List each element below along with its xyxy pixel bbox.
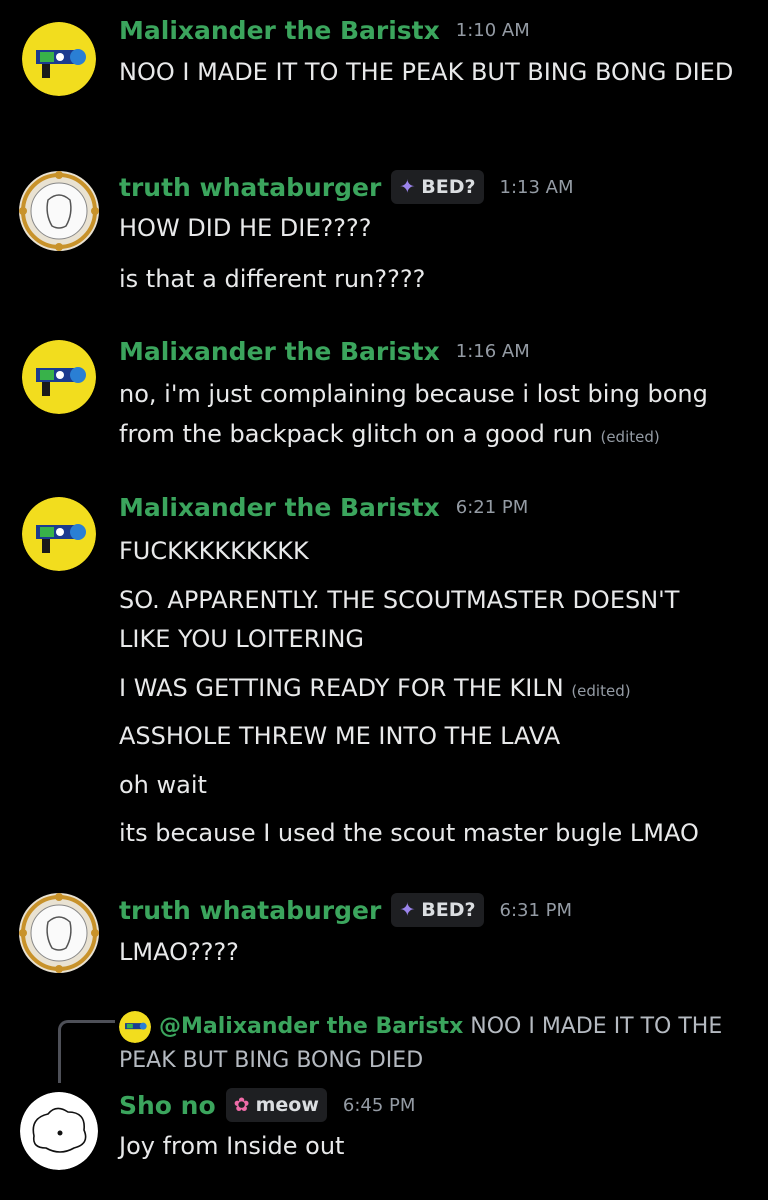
sun-frame-icon xyxy=(19,893,99,973)
username[interactable]: truth whataburger xyxy=(119,896,381,925)
reply-text: PEAK BUT BING BONG DIED xyxy=(119,1048,424,1073)
raygun-icon xyxy=(22,497,96,571)
avatar-truth-whataburger[interactable] xyxy=(18,170,100,252)
message-text: oh wait xyxy=(119,771,207,799)
message-text: is that a different run???? xyxy=(119,265,426,293)
avatar-malixander[interactable] xyxy=(22,340,96,414)
message-text: SO. APPARENTLY. THE SCOUTMASTER DOESN'T xyxy=(119,586,680,614)
message-text: ASSHOLE THREW ME INTO THE LAVA xyxy=(119,722,561,750)
sun-frame-icon xyxy=(19,171,99,251)
message-text: no, i'm just complaining because i lost … xyxy=(119,380,708,408)
tag-label: meow xyxy=(255,1094,319,1116)
guild-tag[interactable]: ✦ BED? xyxy=(391,893,484,927)
reply-avatar-icon xyxy=(119,1011,151,1043)
reply-preview[interactable]: @Malixander the Baristx NOO I MADE IT TO… xyxy=(119,1010,739,1078)
avatar-malixander[interactable] xyxy=(22,497,96,571)
message-text-part: from the backpack glitch on a good run xyxy=(119,420,593,448)
avatar-truth-whataburger[interactable] xyxy=(18,892,100,974)
timestamp: 6:21 PM xyxy=(455,497,529,518)
timestamp: 6:31 PM xyxy=(499,899,573,921)
reply-connector xyxy=(58,1020,115,1083)
timestamp: 6:45 PM xyxy=(342,1094,416,1116)
avatar-sho-no[interactable] xyxy=(20,1092,98,1170)
reply-mention[interactable]: @Malixander the Baristx xyxy=(159,1014,463,1039)
cat-icon: ✿ xyxy=(233,1094,250,1116)
sparkle-icon: ✦ xyxy=(399,176,416,198)
raygun-icon xyxy=(22,22,96,96)
message-text: from the backpack glitch on a good run (… xyxy=(119,414,744,458)
username[interactable]: Sho no xyxy=(119,1091,216,1120)
message-text-part: I WAS GETTING READY FOR THE KILN xyxy=(119,674,564,702)
avatar-malixander[interactable] xyxy=(22,22,96,96)
timestamp: 1:16 AM xyxy=(455,341,530,362)
message-text: Joy from Inside out xyxy=(119,1132,345,1160)
guild-tag[interactable]: ✦ BED? xyxy=(391,170,484,204)
message-text: NOO I MADE IT TO THE PEAK BUT BING BONG … xyxy=(119,58,734,86)
blob-avatar-icon xyxy=(20,1092,98,1170)
message-text: LMAO???? xyxy=(119,938,239,966)
message-text: HOW DID HE DIE???? xyxy=(119,214,372,242)
message-text: its because I used the scout master bugl… xyxy=(119,819,699,847)
message-text: I WAS GETTING READY FOR THE KILN (edited… xyxy=(119,668,744,712)
tag-label: BED? xyxy=(421,899,476,921)
raygun-icon xyxy=(22,340,96,414)
username[interactable]: truth whataburger xyxy=(119,173,381,202)
message-text: LIKE YOU LOITERING xyxy=(119,625,365,653)
message-text: FUCKKKKKKKKK xyxy=(119,537,309,565)
timestamp: 1:10 AM xyxy=(455,20,530,41)
reply-text: NOO I MADE IT TO THE xyxy=(470,1014,723,1039)
tag-label: BED? xyxy=(421,176,476,198)
timestamp: 1:13 AM xyxy=(499,176,574,198)
edited-label: (edited) xyxy=(600,428,660,446)
guild-tag[interactable]: ✿ meow xyxy=(225,1088,327,1122)
sparkle-icon: ✦ xyxy=(399,899,416,921)
edited-label: (edited) xyxy=(571,682,631,700)
username[interactable]: Malixander the Baristx xyxy=(119,337,440,366)
username[interactable]: Malixander the Baristx xyxy=(119,16,440,45)
username[interactable]: Malixander the Baristx xyxy=(119,493,440,522)
